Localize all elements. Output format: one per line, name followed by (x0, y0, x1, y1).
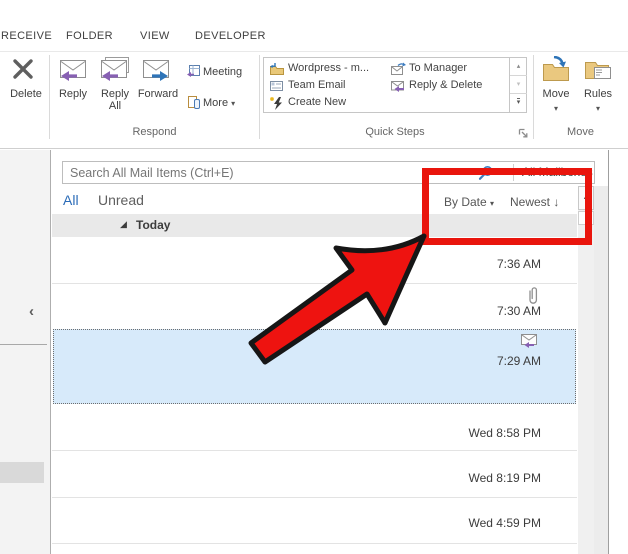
more-label: More (203, 97, 228, 109)
ribbon: RECEIVE FOLDER VIEW DEVELOPER Delete Rep… (0, 0, 628, 149)
message-time: 7:30 AM (451, 304, 541, 318)
chevron-down-icon: ▾ (490, 199, 494, 208)
scrollbar-gutter (594, 186, 608, 554)
pane-splitter[interactable] (50, 150, 51, 554)
message-time: Wed 8:19 PM (451, 471, 541, 485)
chevron-down-icon: ▾ (534, 103, 578, 115)
delete-x-icon (11, 57, 35, 81)
divider (513, 164, 514, 181)
tab-developer[interactable]: DEVELOPER (195, 30, 266, 42)
email-card-icon (269, 79, 285, 93)
quick-step-wordpress[interactable]: Wordpress - m... (269, 61, 389, 78)
attachment-icon (526, 286, 540, 305)
filter-unread[interactable]: Unread (98, 192, 144, 208)
rules-folder-icon (583, 56, 615, 84)
replied-envelope-icon (517, 331, 541, 351)
row-divider (52, 543, 577, 544)
folder-arrow-icon (269, 62, 285, 76)
more-gallery-icon: ▾ (517, 98, 521, 105)
move-group-label: Move (533, 126, 628, 138)
forward-envelope-icon (140, 58, 172, 84)
gallery-more-button[interactable]: ▾ (510, 94, 527, 112)
envelope-forward-icon (390, 62, 407, 76)
quick-steps-group-label: Quick Steps (263, 126, 527, 138)
search-scope-dropdown[interactable]: All Mailboxes (522, 165, 593, 179)
collapse-pane-icon[interactable]: ‹ (29, 303, 34, 320)
gallery-scroll-up-button[interactable]: ▴ (510, 58, 527, 76)
quick-step-create-new[interactable]: Create New (269, 95, 389, 112)
chevron-down-icon: ▾ (231, 99, 235, 108)
quick-step-reply-delete[interactable]: Reply & Delete (390, 78, 505, 95)
lightning-new-icon (269, 96, 285, 111)
tab-send-receive[interactable]: RECEIVE (1, 30, 52, 42)
arrow-down-icon: ↓ (553, 195, 559, 209)
chevron-down-icon: ▾ (587, 167, 591, 176)
sort-order-newest[interactable]: Newest ↓ (510, 195, 559, 209)
reply-envelope-icon (57, 58, 89, 84)
folder-pane: ‹ nly) r only) (0, 150, 50, 554)
quick-step-team-email[interactable]: Team Email (269, 78, 389, 95)
scrollbar-track[interactable] (578, 186, 594, 554)
tab-divider (0, 51, 628, 52)
chevron-down-icon: ▾ (576, 103, 620, 115)
divider (259, 55, 260, 139)
gallery-scroll-down-button[interactable]: ▾ (510, 76, 527, 94)
message-time: Wed 8:58 PM (451, 426, 541, 440)
respond-group-label: Respond (50, 126, 259, 138)
meeting-icon (186, 64, 201, 79)
reply-all-envelope-icon (97, 56, 131, 84)
tab-folder[interactable]: FOLDER (66, 30, 113, 42)
group-expanded-icon: ◢ (120, 219, 127, 230)
quick-step-to-manager[interactable]: To Manager (390, 61, 505, 78)
scrollbar-thumb[interactable] (578, 211, 594, 225)
move-folder-icon (540, 56, 572, 84)
envelope-reply-icon (390, 79, 407, 93)
quick-steps-dialog-launcher-icon[interactable] (518, 128, 529, 139)
divider (0, 344, 47, 345)
outlook-window: RECEIVE FOLDER VIEW DEVELOPER Delete Rep… (0, 0, 628, 554)
quick-steps-scroll: ▴ ▾ ▾ (509, 58, 527, 112)
scrollbar-up-button[interactable]: ▲ (578, 186, 594, 210)
message-time: Wed 4:59 PM (451, 516, 541, 530)
reading-pane-splitter[interactable] (608, 150, 609, 554)
message-time: 7:29 AM (451, 354, 541, 368)
quick-steps-gallery: Wordpress - m... Team Email Create New (263, 57, 527, 113)
sort-by-date[interactable]: By Date ▾ (444, 195, 494, 209)
search-icon[interactable] (477, 165, 494, 182)
filter-all[interactable]: All (63, 192, 79, 208)
message-time: 7:36 AM (451, 257, 541, 271)
group-header-today[interactable]: ◢ Today (52, 214, 577, 237)
tab-view[interactable]: VIEW (140, 30, 170, 42)
search-input[interactable] (65, 163, 465, 182)
search-bar: All Mailboxes ▾ (62, 161, 595, 184)
more-respond-icon (186, 95, 201, 110)
selected-folder-highlight[interactable] (0, 462, 44, 483)
